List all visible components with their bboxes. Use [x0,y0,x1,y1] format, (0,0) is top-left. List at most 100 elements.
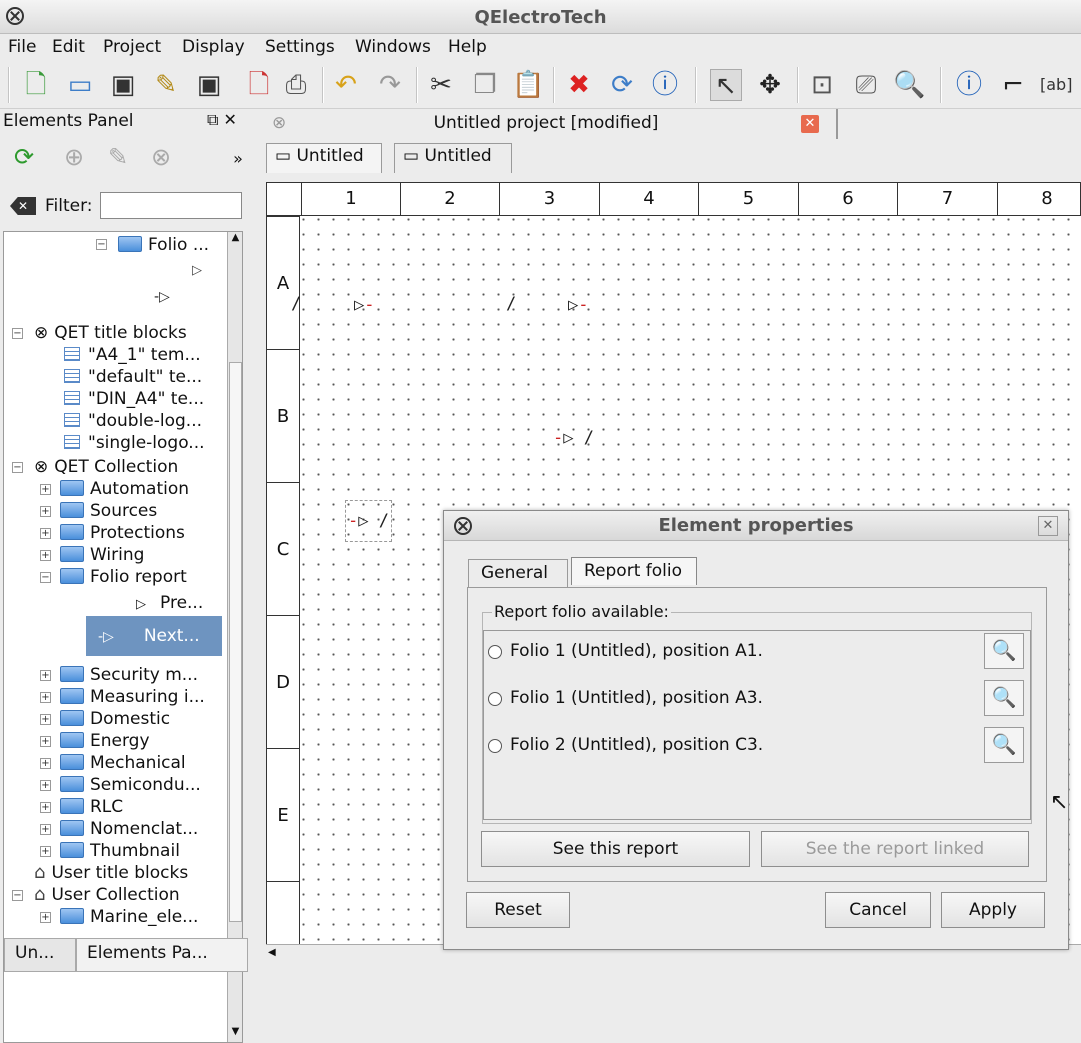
new-project-icon[interactable]: 🗋 [20,69,52,101]
tab-report-folio[interactable]: Report folio [571,557,697,585]
row-label: B [267,349,299,482]
reset-button[interactable]: Reset [466,892,570,928]
tree-category[interactable]: Marine_ele... [60,906,198,928]
zoom-page-icon[interactable]: ⎚ [850,69,882,101]
folio-radio[interactable] [488,692,502,706]
tree-category[interactable]: Thumbnail [60,840,180,862]
zoom-fit-icon[interactable]: ⊡ [806,69,838,101]
redo-icon[interactable]: ↷ [374,69,406,101]
tree-category[interactable]: Wiring [60,544,144,566]
new-category-icon[interactable]: ⊕ [58,143,90,175]
menu-windows[interactable]: Windows [355,37,431,57]
save-all-icon[interactable]: ▣ [193,69,225,101]
scroll-left-icon[interactable]: ◀ [268,947,276,958]
tree-category[interactable]: Protections [60,522,185,544]
copy-icon[interactable]: ❐ [469,69,501,101]
zoom-icon[interactable]: 🔍 [984,633,1024,669]
project-close-icon[interactable]: ✕ [801,115,819,133]
tree-category[interactable]: Nomenclat... [60,818,198,840]
apply-button[interactable]: Apply [941,892,1045,928]
more-tools-icon[interactable]: » [222,149,254,181]
undo-icon[interactable]: ↶ [330,69,362,101]
select-pointer-icon[interactable]: ↖ [710,69,742,101]
tree-category[interactable]: Folio report [60,566,187,588]
see-this-report-button[interactable]: See this report [481,831,750,867]
tree-template[interactable]: "A4_1" tem... [64,344,201,366]
tree-qet-title-blocks[interactable]: ⊗ QET title blocks [34,322,187,344]
tab-elements-panel[interactable]: Elements Pa... [76,938,248,972]
zoom-icon[interactable]: 🔍 [984,727,1024,763]
tab-undo[interactable]: Un... [4,938,76,972]
zoom-reset-icon[interactable]: 🔍 [893,69,925,101]
tree-category[interactable]: Automation [60,478,189,500]
menu-edit[interactable]: Edit [52,37,85,57]
folio-radio[interactable] [488,645,502,659]
conductor-icon[interactable]: ⌐ [997,69,1029,101]
tree-qet-collection[interactable]: ⊗ QET Collection [34,456,178,478]
tab-general[interactable]: General [468,559,568,587]
tree-template[interactable]: "single-logo... [64,432,205,454]
tree-template[interactable]: "default" te... [64,366,202,388]
filter-input[interactable] [100,192,242,219]
cut-icon[interactable]: ✂ [425,69,457,101]
menu-file[interactable]: File [8,37,36,57]
tree-user-title-blocks[interactable]: ⌂ User title blocks [34,862,188,884]
tree-category[interactable]: Energy [60,730,150,752]
tree-scrollbar[interactable]: ▲ ▼ [227,232,242,1042]
reload-icon[interactable]: ⟳ [8,143,40,175]
folio-option[interactable]: Folio 2 (Untitled), position C3. 🔍 [484,726,1030,766]
elements-tree[interactable]: − Folio ... ▷ -▷ − ⊗ QET title blocks "A4… [3,231,243,1043]
tree-template[interactable]: "double-log... [64,410,202,432]
text-field-icon[interactable]: [ab] [1040,69,1072,101]
scroll-down-icon[interactable]: ▼ [229,1026,242,1042]
tree-category[interactable]: Mechanical [60,752,186,774]
clear-filter-icon[interactable]: ✕ [10,197,36,215]
report-element[interactable]: ▷- [568,295,589,315]
edit-category-icon[interactable]: ✎ [102,143,134,175]
delete-icon[interactable]: ✖ [563,69,595,101]
folio-tab-2[interactable]: ▭ Untitled [394,143,512,173]
report-symbol-icon[interactable]: -▷ [154,286,170,308]
folio-option[interactable]: Folio 1 (Untitled), position A1. 🔍 [484,632,1030,672]
tree-user-collection[interactable]: ⌂ User Collection [34,884,180,906]
menu-settings[interactable]: Settings [265,37,335,57]
close-project-icon[interactable]: 🗋 [243,69,275,101]
tree-category[interactable]: Semicondu... [60,774,201,796]
save-icon[interactable]: ▣ [107,69,139,101]
tree-category[interactable]: Measuring i... [60,686,205,708]
print-icon[interactable]: ⎙ [280,69,312,101]
panel-float-close-icons[interactable]: ⧉ ✕ [207,110,237,130]
scroll-up-icon[interactable]: ▲ [229,232,242,248]
tree-category[interactable]: RLC [60,796,123,818]
save-as-icon[interactable]: ✎ [150,69,182,101]
delete-category-icon[interactable]: ⊗ [145,143,177,175]
report-element-selected[interactable]: -▷ / [345,500,392,542]
folio-tab-1[interactable]: ▭ Untitled [266,143,382,173]
cancel-button[interactable]: Cancel [825,892,931,928]
tree-element[interactable]: ▷ Pre... [136,592,203,614]
menu-project[interactable]: Project [103,37,161,57]
menu-display[interactable]: Display [182,37,245,57]
tree-category[interactable]: Domestic [60,708,170,730]
report-symbol-icon[interactable]: ▷ [192,260,202,282]
menu-help[interactable]: Help [448,37,487,57]
zoom-icon[interactable]: 🔍 [984,680,1024,716]
folio-radio[interactable] [488,739,502,753]
report-element[interactable]: -▷ / [553,428,594,448]
tree-folio-node[interactable]: Folio ... [118,234,209,256]
rotate-icon[interactable]: ⟳ [606,69,638,101]
see-linked-report-button[interactable]: See the report linked [761,831,1029,867]
move-icon[interactable]: ✥ [754,69,786,101]
tree-category[interactable]: Security m... [60,664,198,686]
dialog-close-icon[interactable]: ✕ [1038,516,1058,536]
paste-icon[interactable]: 📋 [512,69,544,101]
open-icon[interactable]: ▭ [64,69,96,101]
scroll-thumb[interactable] [229,362,242,922]
tree-template[interactable]: "DIN_A4" te... [64,388,204,410]
info-icon-2[interactable]: ⓘ [953,69,985,101]
tree-element-selected[interactable]: -▷ Next... [86,616,222,656]
folio-option[interactable]: Folio 1 (Untitled), position A3. 🔍 [484,679,1030,719]
report-element[interactable]: ▷- [354,295,375,315]
tree-category[interactable]: Sources [60,500,157,522]
info-icon[interactable]: ⓘ [649,69,681,101]
